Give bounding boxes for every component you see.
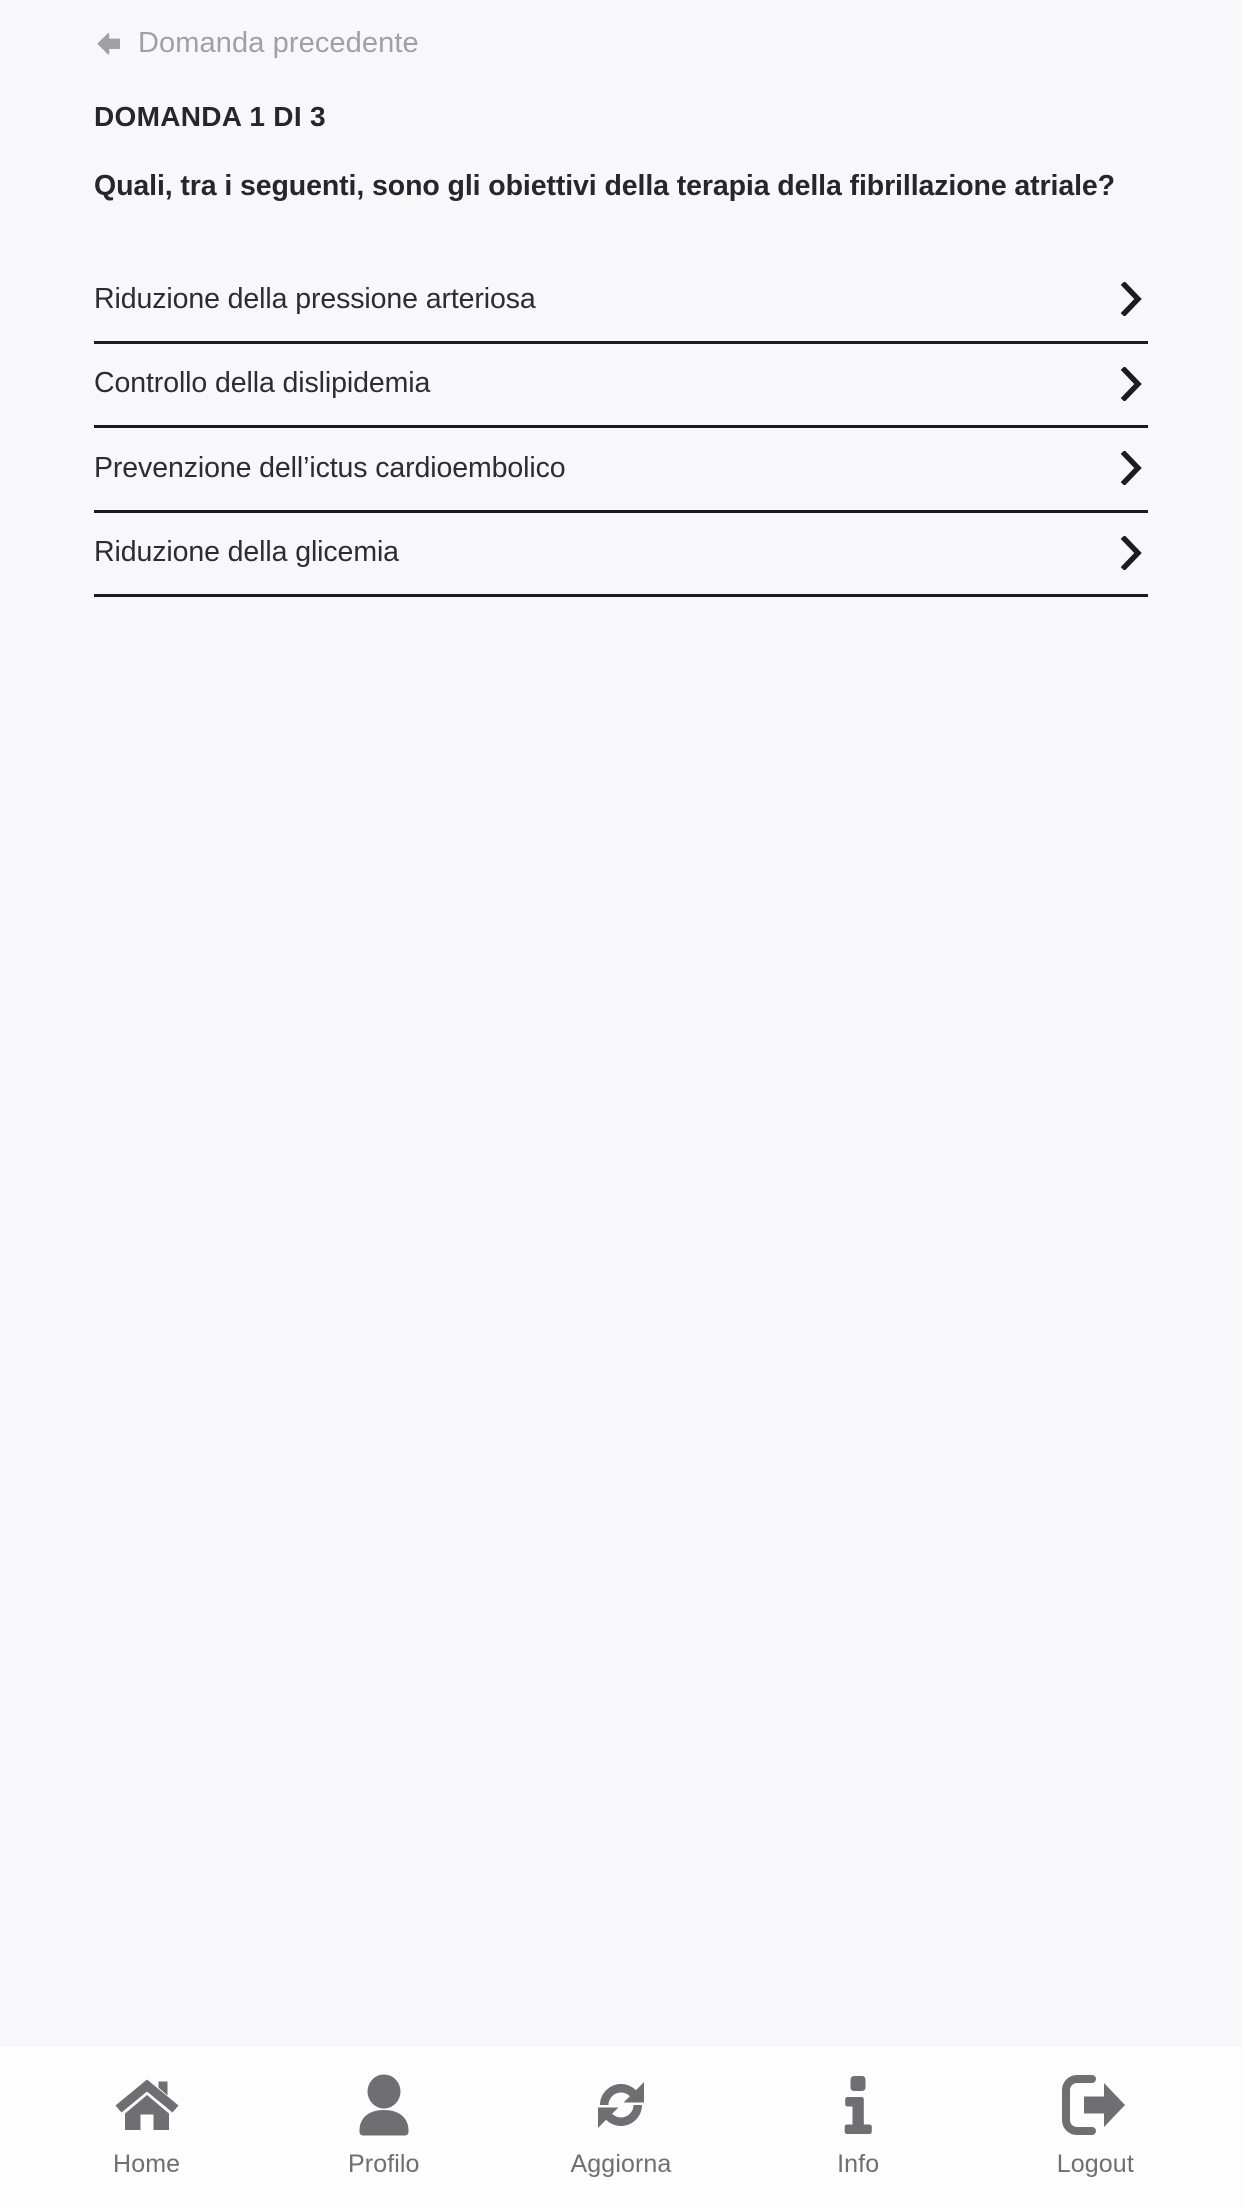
info-icon [821, 2068, 895, 2142]
tab-aggiorna-label: Aggiorna [570, 2150, 672, 2178]
person-icon [347, 2068, 421, 2142]
chevron-right-icon [1118, 451, 1148, 487]
tab-profilo-label: Profilo [348, 2150, 420, 2178]
answer-option-label: Riduzione della glicemia [94, 536, 399, 569]
logout-icon [1058, 2068, 1132, 2142]
tab-home-label: Home [113, 2150, 181, 2178]
arrow-left-icon [94, 27, 124, 59]
answer-option[interactable]: Riduzione della glicemia [94, 513, 1148, 598]
tab-logout[interactable]: Logout [995, 2046, 1195, 2177]
quiz-screen: Domanda precedente DOMANDA 1 DI 3 Quali,… [0, 0, 1242, 2208]
answer-option-label: Prevenzione dell’ictus cardioembolico [94, 451, 566, 484]
content-area: Domanda precedente DOMANDA 1 DI 3 Quali,… [0, 0, 1242, 2045]
answer-option[interactable]: Controllo della dislipidemia [94, 344, 1148, 429]
home-icon [110, 2068, 184, 2142]
answer-option[interactable]: Prevenzione dell’ictus cardioembolico [94, 428, 1148, 513]
tab-info-label: Info [837, 2150, 880, 2178]
back-to-previous-question-link[interactable]: Domanda precedente [94, 0, 419, 57]
tab-home[interactable]: Home [47, 2046, 247, 2177]
answer-list: Riduzione della pressione arteriosa Cont… [94, 259, 1148, 598]
bottom-tab-bar: Home Profilo Aggiorna Info Logout [0, 2045, 1242, 2208]
refresh-icon [584, 2068, 658, 2142]
tab-aggiorna[interactable]: Aggiorna [521, 2046, 721, 2177]
answer-option-label: Riduzione della pressione arteriosa [94, 282, 536, 315]
chevron-right-icon [1118, 366, 1148, 403]
chevron-right-icon [1118, 535, 1148, 572]
chevron-right-icon [1118, 282, 1148, 318]
answer-option-label: Controllo della dislipidemia [94, 367, 431, 400]
back-link-label: Domanda precedente [138, 26, 419, 59]
question-counter: DOMANDA 1 DI 3 [94, 101, 326, 132]
tab-logout-label: Logout [1056, 2150, 1134, 2178]
tab-profilo[interactable]: Profilo [284, 2046, 484, 2177]
answer-option[interactable]: Riduzione della pressione arteriosa [94, 259, 1148, 344]
question-text: Quali, tra i seguenti, sono gli obiettiv… [94, 169, 1115, 202]
tab-info[interactable]: Info [758, 2046, 958, 2177]
